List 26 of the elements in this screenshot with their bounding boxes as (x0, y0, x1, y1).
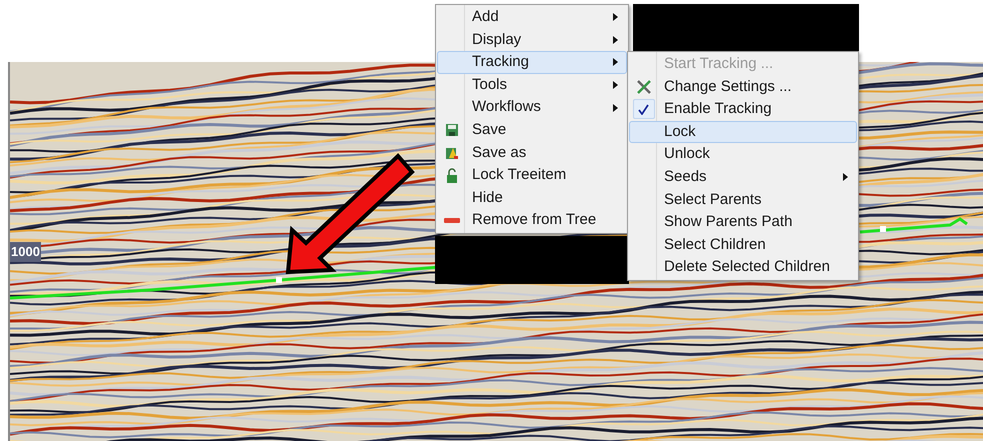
menu-item[interactable]: Tools (437, 74, 627, 96)
menu-item[interactable]: Tracking (437, 51, 627, 74)
menu-item[interactable]: Hide (437, 186, 627, 210)
seed-marker (880, 226, 886, 232)
menu-item[interactable]: Save (437, 118, 627, 142)
minus-icon (444, 218, 460, 224)
menu-item[interactable]: Select Parents (629, 188, 857, 212)
tools-icon (636, 78, 652, 95)
menu-item[interactable]: Unlock (629, 143, 857, 166)
depth-label: 1000 (10, 242, 41, 262)
menu-item[interactable]: Change Settings ... (629, 76, 857, 98)
menu-item[interactable]: Save as (437, 142, 627, 164)
menu-item[interactable]: Show Parents Path (629, 211, 857, 234)
menu-item[interactable]: Workflows (437, 96, 627, 119)
menu-item[interactable]: Remove from Tree (437, 209, 627, 232)
menu-item[interactable]: Select Children (629, 234, 857, 256)
menu-item[interactable]: Display (437, 28, 627, 52)
padlock-icon (446, 168, 458, 183)
save-as-icon (444, 146, 458, 160)
seed-marker (276, 277, 282, 283)
menu-item[interactable]: Lock (629, 120, 857, 144)
menu-item[interactable]: Lock Treeitem (437, 164, 627, 187)
menu-item[interactable]: Seeds (629, 166, 857, 189)
menu-item[interactable]: Add (437, 6, 627, 29)
menu-item[interactable]: Delete Selected Children (629, 256, 857, 279)
menu-item[interactable]: Enable Tracking (629, 98, 857, 121)
